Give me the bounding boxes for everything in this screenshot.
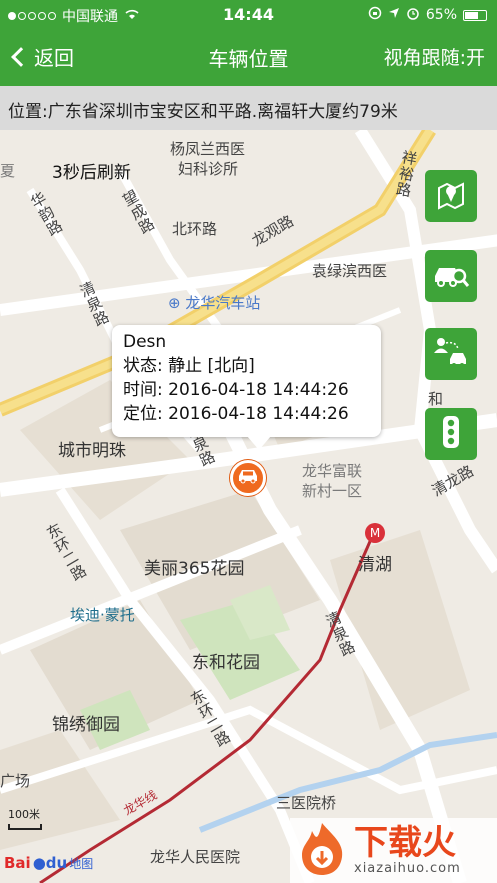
alarm-icon [406, 6, 420, 24]
location-icon [388, 7, 400, 23]
carrier-group: 中国联通 [8, 6, 140, 26]
flame-icon [296, 821, 348, 881]
map-label-yidi: 埃迪·蒙托 [70, 606, 135, 624]
traffic-light-icon [440, 415, 462, 453]
map-label-fuliancun2: 新村一区 [302, 482, 363, 500]
rotation-lock-icon [368, 6, 382, 24]
view-follow-toggle[interactable]: 视角跟随:开 [384, 43, 485, 70]
vehicle-name: Desn [123, 332, 167, 352]
map-label-fuliancun: 龙华富联 [302, 462, 363, 480]
baidu-paw-icon: Bai [4, 854, 31, 872]
refresh-countdown: 3秒后刷新 [52, 163, 131, 183]
map-layer-button[interactable] [425, 170, 477, 222]
map-view[interactable]: 3秒后刷新 夏 杨凤兰西医 妇科诊所 华韵路 望成路 北环路 龙观路 袁绿滨西医… [0, 130, 497, 883]
wifi-icon [124, 8, 140, 24]
back-label: 返回 [34, 46, 74, 70]
metro-icon: M [365, 523, 385, 543]
map-label-fuke: 妇科诊所 [178, 160, 239, 178]
baidu-map-label: 地图 [69, 856, 94, 871]
watermark-main: 下载火 [354, 823, 456, 863]
carrier-name: 中国联通 [62, 9, 118, 25]
map-base [0, 130, 497, 883]
map-label-beihuan: 北环路 [172, 220, 218, 238]
scale-bar [8, 824, 42, 830]
car-search-icon [432, 258, 470, 294]
map-label-yangfenglan: 杨凤兰西医 [170, 140, 246, 158]
person-car-route-icon [432, 335, 470, 373]
battery-icon [463, 9, 487, 21]
status-right: 65% [368, 6, 487, 24]
map-label-jinxiu: 锦绣御园 [52, 715, 120, 735]
baidu-logo: Bai ●du 地图 [4, 854, 93, 872]
scale-label: 100米 [8, 808, 40, 821]
map-scale: 100米 [8, 806, 42, 830]
map-label-bus-station: ⊕ 龙华汽车站 [168, 292, 260, 313]
bus-icon: ⊕ [168, 294, 186, 312]
address-bar: 位置:广东省深圳市宝安区和平路.离福轩大厦约79米 [0, 86, 497, 130]
watermark-sub: xiazaihuo.com [354, 861, 461, 876]
chevron-left-icon [11, 46, 31, 67]
vehicle-status: 状态: 静止 [北向] [123, 356, 255, 376]
vehicle-marker[interactable] [230, 460, 266, 496]
map-label-yuanlv: 袁绿滨西医 [312, 262, 388, 280]
vehicle-time: 时间: 2016-04-18 14:44:26 [123, 380, 349, 400]
vehicle-locate-time: 定位: 2016-04-18 14:44:26 [123, 404, 349, 424]
map-label-qinghu: 清湖 [358, 555, 392, 575]
map-label-xia: 夏 [0, 162, 16, 180]
map-label-sanyi: 三医院桥 [276, 794, 337, 812]
watermark: 下载火 xiazaihuo.com [290, 818, 497, 883]
map-label-he: 和 [428, 390, 444, 408]
nav-bar: 返回 车辆位置 视角跟随:开 [0, 30, 497, 86]
map-label-hospital: 龙华人民医院 [150, 848, 241, 866]
map-label-donghe: 东和花园 [192, 653, 260, 673]
signal-icon [8, 12, 56, 20]
car-icon [237, 467, 259, 489]
traffic-button[interactable] [425, 408, 477, 460]
map-pin-icon [435, 178, 467, 214]
locate-vehicle-button[interactable] [425, 250, 477, 302]
bus-station-text: 龙华汽车站 [185, 294, 261, 312]
status-bar: 中国联通 14:44 65% [0, 0, 497, 30]
back-button[interactable]: 返回 [10, 42, 74, 71]
driver-route-button[interactable] [425, 328, 477, 380]
baidu-paw-icon2: ●du [32, 854, 68, 872]
map-label-chengshi: 城市明珠 [58, 441, 126, 461]
map-label-guangchang: 广场 [0, 772, 31, 790]
map-label-meili: 美丽365花园 [144, 559, 245, 579]
vehicle-info-popup[interactable]: Desn 状态: 静止 [北向] 时间: 2016-04-18 14:44:26… [112, 325, 381, 450]
battery-percent: 65% [425, 7, 457, 23]
